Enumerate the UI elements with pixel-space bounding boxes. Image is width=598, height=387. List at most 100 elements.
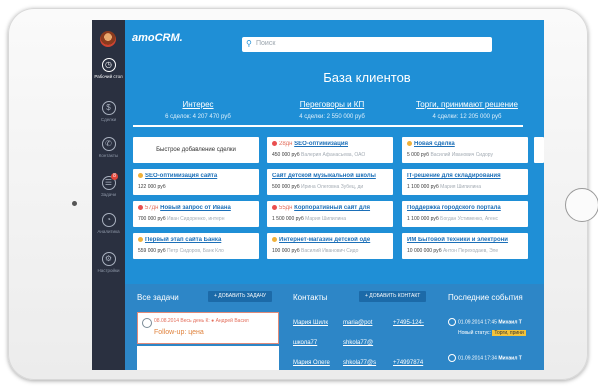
page-title: База клиентов bbox=[323, 70, 411, 85]
dashboard-icon: ◷ bbox=[101, 58, 116, 72]
status-badge: Торги, прини bbox=[492, 330, 526, 336]
tasks-title: Все задачи bbox=[137, 293, 179, 302]
sidebar-item-label: Аналитика bbox=[97, 229, 120, 234]
quick-add-deal[interactable]: Быстрое добавление сделки bbox=[133, 137, 259, 163]
contact-name[interactable]: школа77 bbox=[293, 340, 317, 346]
stage-interest[interactable]: Интерес 6 сделок: 4 207 470 руб bbox=[133, 100, 263, 120]
deal-card[interactable]: ИМ Бытовой техники и электрони 10 000 00… bbox=[402, 233, 528, 259]
status-dot bbox=[272, 141, 277, 146]
sidebar-item-contacts[interactable]: ✆ Контакты bbox=[92, 137, 125, 158]
deal-title[interactable]: Корпоративный сайт для bbox=[294, 205, 370, 211]
deal-card[interactable] bbox=[534, 137, 544, 163]
event-detail: Новый статус: Торги, прини bbox=[458, 330, 526, 336]
deal-title[interactable]: Поддержка городского портала bbox=[407, 205, 501, 211]
task-checkbox[interactable] bbox=[142, 318, 152, 328]
sidebar-item-settings[interactable]: ⚙ Настройки bbox=[92, 252, 125, 273]
sidebar-item-label: Контакты bbox=[98, 153, 119, 158]
contact-name[interactable]: Мария Олеге bbox=[293, 360, 330, 366]
camera-icon bbox=[72, 201, 77, 206]
event-user: Михаил Т bbox=[498, 319, 522, 326]
contact-phone[interactable]: +7495-124- bbox=[393, 320, 424, 326]
deal-card[interactable]: 55дн Корпоративный сайт для 1 500 000 ру… bbox=[267, 201, 393, 227]
stage-name: Торги, принимают решение bbox=[416, 100, 518, 109]
sidebar-item-label: Задачи bbox=[100, 192, 117, 197]
tasks-badge: 8 bbox=[111, 173, 118, 180]
analytics-icon: ◔ bbox=[101, 213, 116, 227]
avatar[interactable] bbox=[100, 31, 116, 47]
deal-price: 1 100 000 руб bbox=[407, 184, 439, 190]
event-status-label: Новый статус: bbox=[458, 330, 491, 336]
dollar-icon: $ bbox=[101, 101, 116, 115]
contact-email[interactable]: shkola77@s bbox=[343, 360, 376, 366]
deal-price: 122 000 руб bbox=[138, 184, 166, 190]
add-task-button[interactable]: + ДОБАВИТЬ ЗАДАЧУ bbox=[208, 291, 273, 302]
deal-title[interactable]: IT-решение для складирования bbox=[407, 173, 501, 179]
stage-name: Интерес bbox=[182, 100, 214, 109]
home-button[interactable] bbox=[565, 188, 598, 222]
status-dot bbox=[407, 141, 412, 146]
deal-card[interactable]: Новая сделка 5 000 руб Василий Иванович … bbox=[402, 137, 528, 163]
stage-divider bbox=[133, 125, 523, 127]
deal-price: 500 000 руб bbox=[272, 184, 300, 190]
stage-negotiation[interactable]: Переговоры и КП 4 сделки: 2 550 000 руб bbox=[267, 100, 397, 120]
deal-card[interactable]: Поддержка городского портала 1 100 000 р… bbox=[402, 201, 528, 227]
task-item[interactable] bbox=[137, 346, 279, 370]
event-item[interactable]: 01.09.2014 17:45 Михаил Т bbox=[448, 318, 522, 326]
deal-card[interactable]: Первый этап сайта Банка 559 000 руб Петр… bbox=[133, 233, 259, 259]
deal-contact: Мария Шипилина bbox=[440, 184, 481, 190]
contact-email[interactable]: maria@pot bbox=[343, 320, 372, 326]
add-contact-button[interactable]: + ДОБАВИТЬ КОНТАКТ bbox=[359, 291, 427, 302]
contact-email[interactable]: shkola77@ bbox=[343, 340, 373, 346]
search-icon: ⚲ bbox=[246, 39, 252, 48]
deal-title[interactable]: Новый запрос от Ивана bbox=[160, 205, 231, 211]
deal-title[interactable]: Новая сделка bbox=[414, 141, 455, 147]
search-placeholder: Поиск bbox=[256, 40, 276, 47]
deal-title[interactable]: Интернет-магазин детской оде bbox=[279, 237, 370, 243]
stage-info: 4 сделки: 2 550 000 руб bbox=[299, 114, 365, 120]
sidebar-item-dashboard[interactable]: ◷ Рабочий стол bbox=[92, 58, 125, 79]
bottom-widgets: Все задачи + ДОБАВИТЬ ЗАДАЧУ 08.08.2014 … bbox=[125, 284, 544, 370]
settings-icon: ⚙ bbox=[101, 252, 116, 266]
deal-price: 559 000 руб bbox=[138, 248, 166, 254]
deal-title[interactable]: Сайт детской музыкальной школы bbox=[272, 173, 376, 179]
stage-name: Переговоры и КП bbox=[299, 100, 365, 109]
deal-card[interactable]: SEO-оптимизация сайта 122 000 руб bbox=[133, 169, 259, 195]
event-item[interactable]: 01.09.2014 17:34 Михаил Т bbox=[448, 354, 522, 362]
deal-price: 1 100 000 руб bbox=[407, 216, 439, 222]
deal-title[interactable]: ИМ Бытовой техники и электрони bbox=[407, 237, 508, 243]
deal-title[interactable]: SEO-оптимизация сайта bbox=[145, 173, 217, 179]
app-logo[interactable]: amoCRM. bbox=[132, 32, 183, 44]
sidebar-item-deals[interactable]: $ Сделки bbox=[92, 101, 125, 122]
deal-card[interactable]: Интернет-магазин детской оде 100 000 руб… bbox=[267, 233, 393, 259]
events-title: Последние события bbox=[448, 293, 523, 302]
deal-card[interactable]: Сайт детской музыкальной школы 500 000 р… bbox=[267, 169, 393, 195]
deal-contact: Антон Переходаев, Эле bbox=[442, 248, 499, 254]
clock-icon bbox=[448, 318, 456, 326]
event-time: 01.09.2014 17:45 bbox=[458, 319, 497, 326]
deal-contact: Богдан Устименко, Агенс bbox=[440, 216, 498, 222]
deal-title[interactable]: Первый этап сайта Банка bbox=[145, 237, 221, 243]
deal-card[interactable]: 57дн Новый запрос от Ивана 700 000 руб И… bbox=[133, 201, 259, 227]
status-dot bbox=[272, 237, 277, 242]
sidebar-item-tasks[interactable]: ☰ 8 Задачи bbox=[92, 173, 125, 197]
deal-price: 1 500 000 руб bbox=[272, 216, 304, 222]
deal-contact: Василий Иванович Сидо bbox=[301, 248, 359, 254]
deal-contact: Петр Сидоров, Банк Кло bbox=[167, 248, 224, 254]
sidebar: ◷ Рабочий стол $ Сделки ✆ Контакты ☰ 8 З… bbox=[92, 20, 125, 370]
stage-bidding[interactable]: Торги, принимают решение 4 сделки: 12 20… bbox=[402, 100, 532, 120]
deal-price: 450 000 руб bbox=[272, 152, 300, 158]
contact-name[interactable]: Мария Шилк bbox=[293, 320, 328, 326]
task-text[interactable]: Follow-up: цена bbox=[154, 329, 204, 336]
event-user: Михаил Т bbox=[498, 355, 522, 362]
deal-contact: Ирина Олеговна Зубец, ди bbox=[301, 184, 364, 190]
search-input[interactable]: ⚲ Поиск bbox=[242, 37, 492, 52]
contact-phone[interactable]: +74997874 bbox=[393, 360, 423, 366]
deal-title[interactable]: SEO-оптимизация bbox=[294, 141, 348, 147]
sidebar-item-label: Настройки bbox=[97, 268, 120, 273]
deal-card[interactable]: 28дн SEO-оптимизация 450 000 руб Валерия… bbox=[267, 137, 393, 163]
sidebar-item-analytics[interactable]: ◔ Аналитика bbox=[92, 213, 125, 234]
deal-price: 10 000 000 руб bbox=[407, 248, 442, 254]
task-item[interactable]: 08.08.2014 Весь день К: ● Андрей Васил F… bbox=[137, 312, 279, 344]
sidebar-item-label: Рабочий стол bbox=[94, 74, 123, 79]
deal-card[interactable]: IT-решение для складирования 1 100 000 р… bbox=[402, 169, 528, 195]
